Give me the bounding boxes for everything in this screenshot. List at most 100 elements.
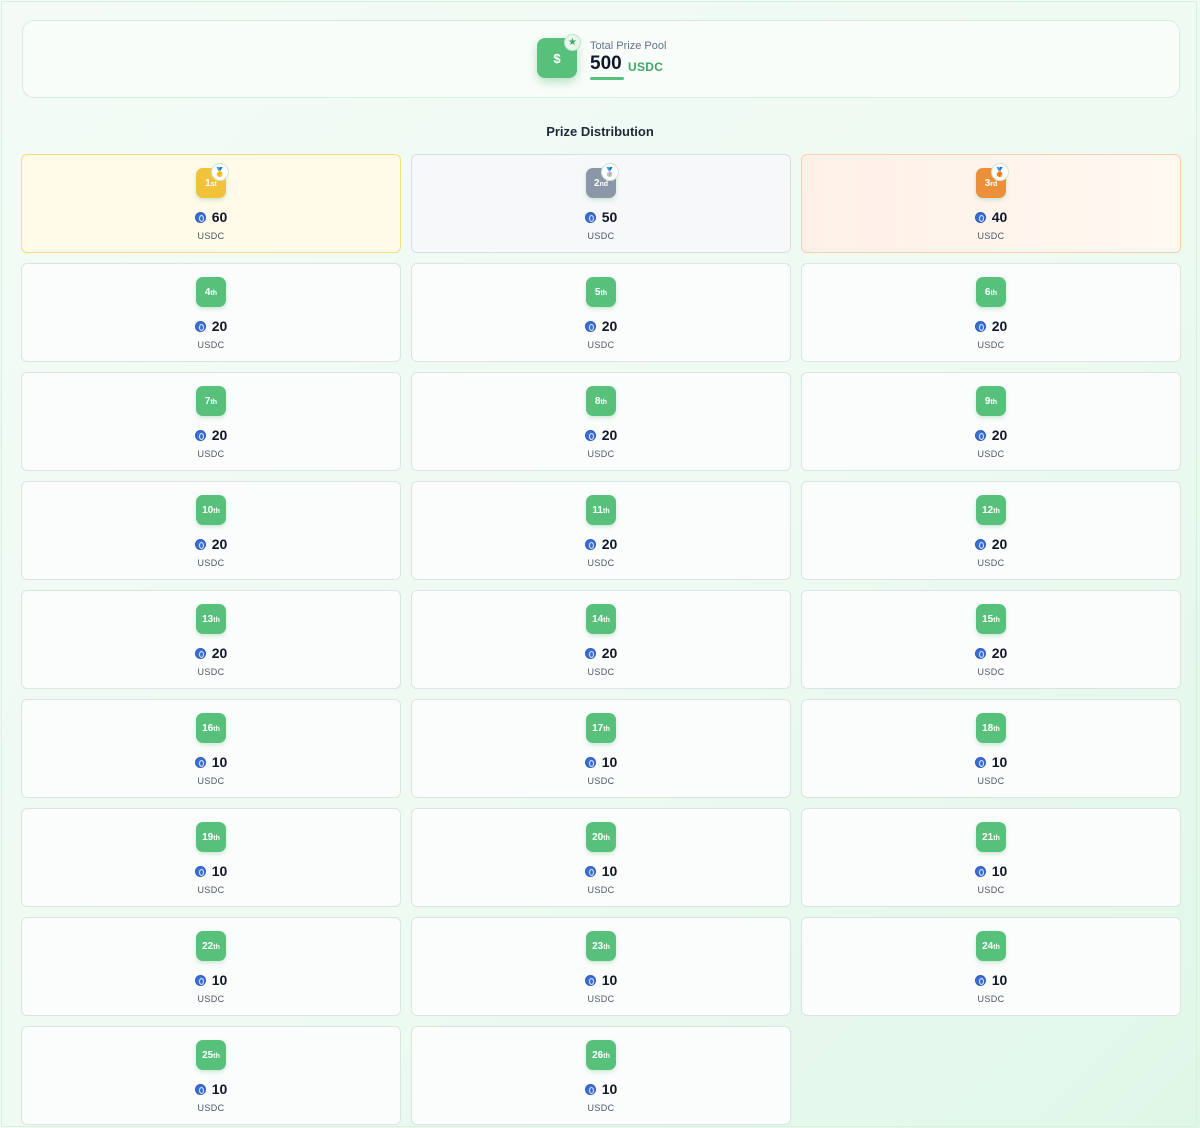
- rank-suffix: th: [993, 507, 1000, 515]
- usdc-coin-icon: [584, 647, 596, 659]
- rank-number: 22: [202, 940, 214, 952]
- prize-card-9th: 9th 20 USDC: [801, 372, 1181, 471]
- rank-suffix: th: [993, 725, 1000, 733]
- prize-currency: USDC: [587, 1103, 615, 1113]
- prize-amount-row: 20: [802, 427, 1180, 443]
- prize-currency: USDC: [587, 558, 615, 568]
- prize-card-6th: 6th 20 USDC: [801, 263, 1181, 362]
- prize-amount: 10: [991, 972, 1008, 988]
- rank-suffix: th: [600, 398, 608, 406]
- prize-amount-row: 60: [22, 209, 400, 225]
- prize-currency: USDC: [587, 776, 615, 786]
- prize-amount-row: 20: [22, 536, 400, 552]
- prize-amount: 20: [991, 318, 1008, 334]
- rank-badge: 26th: [586, 1040, 616, 1070]
- prize-card-26th: 26th 10 USDC: [411, 1026, 791, 1125]
- prize-amount: 20: [211, 645, 228, 661]
- usdc-coin-icon: [194, 320, 206, 332]
- section-title: Prize Distribution: [546, 124, 654, 139]
- prize-amount-row: 20: [802, 318, 1180, 334]
- rank-suffix: th: [210, 289, 218, 297]
- rank-badge: 12th: [976, 495, 1006, 525]
- rank-badge: 18th: [976, 713, 1006, 743]
- rank-number: 21: [982, 831, 994, 843]
- prize-currency: USDC: [197, 776, 225, 786]
- rank-suffix: th: [990, 289, 998, 297]
- prize-amount-row: 10: [22, 972, 400, 988]
- rank-suffix: th: [210, 398, 218, 406]
- prize-amount: 10: [601, 863, 618, 879]
- usdc-coin-icon: [194, 211, 206, 223]
- rank-suffix: th: [993, 943, 1000, 951]
- silver-medal-icon: 🥈: [601, 163, 619, 181]
- rank-badge: 13th: [196, 604, 226, 634]
- prize-amount: 50: [601, 209, 618, 225]
- bronze-medal-icon: 🥉: [991, 163, 1009, 181]
- prize-card-2nd: 2nd 🥈 50 USDC: [411, 154, 791, 253]
- rank-number: 23: [592, 940, 604, 952]
- rank-badge: 24th: [976, 931, 1006, 961]
- prize-amount: 20: [211, 427, 228, 443]
- prize-currency: USDC: [977, 231, 1005, 241]
- rank-suffix: th: [603, 834, 610, 842]
- rank-suffix: nd: [599, 180, 609, 188]
- prize-currency: USDC: [587, 667, 615, 677]
- rank-badge: 14th: [586, 604, 616, 634]
- usdc-coin-icon: [584, 211, 596, 223]
- prize-currency: USDC: [197, 885, 225, 895]
- usdc-coin-icon: [194, 1083, 206, 1095]
- usdc-coin-icon: [194, 538, 206, 550]
- prize-amount-row: 20: [22, 645, 400, 661]
- rank-badge: 16th: [196, 713, 226, 743]
- rank-badge: 6th: [976, 277, 1006, 307]
- usdc-coin-icon: [584, 756, 596, 768]
- prize-amount-row: 10: [412, 972, 790, 988]
- rank-badge: 20th: [586, 822, 616, 852]
- rank-number: 16: [202, 722, 214, 734]
- prize-card-19th: 19th 10 USDC: [21, 808, 401, 907]
- prize-card-11th: 11th 20 USDC: [411, 481, 791, 580]
- prize-currency: USDC: [197, 231, 225, 241]
- prize-card-18th: 18th 10 USDC: [801, 699, 1181, 798]
- usdc-coin-icon: [584, 429, 596, 441]
- usdc-coin-icon: [974, 756, 986, 768]
- prize-amount: 10: [991, 863, 1008, 879]
- prize-currency: USDC: [977, 885, 1005, 895]
- prize-currency: USDC: [197, 667, 225, 677]
- prize-card-8th: 8th 20 USDC: [411, 372, 791, 471]
- gold-medal-icon: 🥇: [211, 163, 229, 181]
- prize-amount: 40: [991, 209, 1008, 225]
- prize-amount-row: 50: [412, 209, 790, 225]
- usdc-coin-icon: [974, 320, 986, 332]
- usdc-coin-icon: [974, 865, 986, 877]
- prize-amount: 10: [211, 754, 228, 770]
- rank-number: 24: [982, 940, 994, 952]
- prize-card-4th: 4th 20 USDC: [21, 263, 401, 362]
- prize-amount-row: 10: [412, 863, 790, 879]
- rank-suffix: th: [993, 834, 1000, 842]
- prize-currency: USDC: [977, 994, 1005, 1004]
- rank-badge: 10th: [196, 495, 226, 525]
- rank-number: 14: [592, 613, 604, 625]
- prize-amount-row: 10: [802, 863, 1180, 879]
- rank-badge: 5th: [586, 277, 616, 307]
- prize-card-20th: 20th 10 USDC: [411, 808, 791, 907]
- rank-number: 12: [982, 504, 994, 516]
- rank-badge: 23th: [586, 931, 616, 961]
- prize-amount-row: 10: [802, 972, 1180, 988]
- prize-card-16th: 16th 10 USDC: [21, 699, 401, 798]
- prize-currency: USDC: [197, 449, 225, 459]
- prize-card-15th: 15th 20 USDC: [801, 590, 1181, 689]
- usdc-coin-icon: [194, 647, 206, 659]
- usdc-coin-icon: [584, 320, 596, 332]
- prize-currency: USDC: [587, 340, 615, 350]
- rank-suffix: th: [603, 616, 610, 624]
- rank-number: 19: [202, 831, 214, 843]
- prize-pool-amount: 500: [590, 53, 622, 74]
- rank-badge: 25th: [196, 1040, 226, 1070]
- rank-suffix: th: [990, 398, 998, 406]
- rank-number: 11: [592, 504, 603, 516]
- prize-card-21th: 21th 10 USDC: [801, 808, 1181, 907]
- prize-amount: 20: [601, 427, 618, 443]
- prize-amount: 60: [211, 209, 228, 225]
